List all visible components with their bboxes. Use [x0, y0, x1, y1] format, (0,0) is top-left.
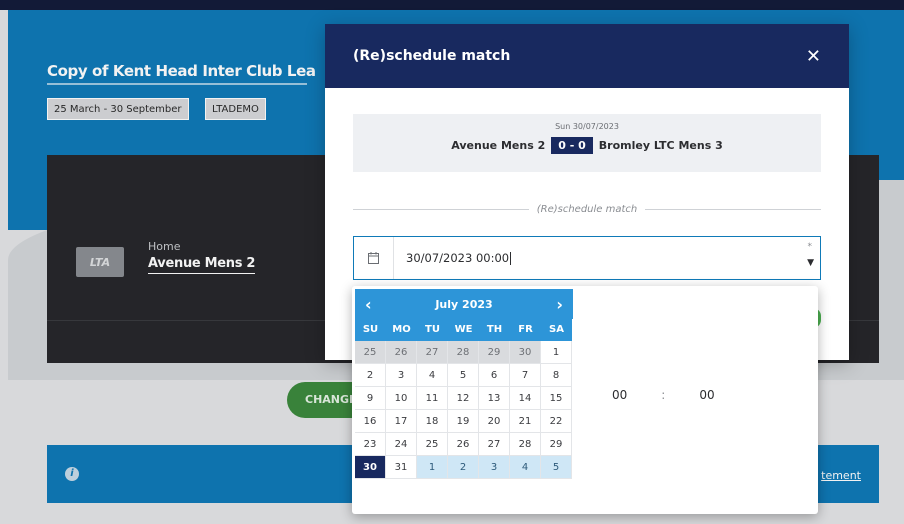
datetime-value[interactable]: 30/07/2023 00:00: [394, 251, 820, 265]
day-cell[interactable]: 15: [541, 387, 572, 410]
day-cell[interactable]: 26: [448, 433, 479, 456]
next-month-icon[interactable]: ›: [556, 295, 563, 314]
day-cell[interactable]: 21: [510, 410, 541, 433]
weekday-header: TU: [417, 319, 448, 341]
day-cell[interactable]: 20: [479, 410, 510, 433]
day-grid: 25 26 27 28 29 30 1 2 3 4 5 6 7 8 9 10 11 12 13 14 15 16 17 18 1…: [355, 341, 573, 479]
day-cell[interactable]: 3: [479, 456, 510, 479]
home-team-name: Avenue Mens 2: [451, 139, 546, 152]
weekday-row: SU MO TU WE TH FR SA: [355, 319, 573, 341]
hour-value[interactable]: 00: [612, 388, 627, 402]
day-cell[interactable]: 19: [448, 410, 479, 433]
day-cell[interactable]: 4: [417, 364, 448, 387]
month-label[interactable]: July 2023: [435, 298, 492, 311]
calendar: ‹ July 2023 › SU MO TU WE TH FR SA 25 26 27 28 29 3…: [355, 289, 573, 479]
day-cell[interactable]: 27: [479, 433, 510, 456]
day-cell[interactable]: 6: [479, 364, 510, 387]
section-divider: (Re)schedule match: [353, 204, 821, 215]
datetime-input[interactable]: 30/07/2023 00:00 * ▼: [353, 236, 821, 280]
day-cell[interactable]: 28: [510, 433, 541, 456]
day-cell[interactable]: 27: [417, 341, 448, 364]
day-cell[interactable]: 23: [355, 433, 386, 456]
away-team-name: Bromley LTC Mens 3: [598, 139, 723, 152]
match-summary: Sun 30/07/2023 Avenue Mens 2 0 - 0 Broml…: [353, 114, 821, 172]
calendar-icon[interactable]: [354, 237, 394, 279]
time-separator: :: [661, 388, 666, 402]
day-cell[interactable]: 3: [386, 364, 417, 387]
weekday-header: SU: [355, 319, 386, 341]
day-cell[interactable]: 10: [386, 387, 417, 410]
day-cell[interactable]: 17: [386, 410, 417, 433]
weekday-header: SA: [541, 319, 572, 341]
required-marker: *: [807, 242, 813, 252]
day-cell[interactable]: 18: [417, 410, 448, 433]
score-badge: 0 - 0: [551, 137, 593, 154]
weekday-header: MO: [386, 319, 417, 341]
minute-value[interactable]: 00: [699, 388, 714, 402]
day-cell[interactable]: 29: [541, 433, 572, 456]
day-cell[interactable]: 12: [448, 387, 479, 410]
section-label: (Re)schedule match: [536, 204, 638, 215]
day-cell[interactable]: 1: [541, 341, 572, 364]
weekday-header: TH: [479, 319, 510, 341]
prev-month-icon[interactable]: ‹: [365, 295, 372, 314]
day-cell[interactable]: 24: [386, 433, 417, 456]
modal-header: (Re)schedule match ✕: [325, 24, 849, 88]
day-cell[interactable]: 8: [541, 364, 572, 387]
day-cell[interactable]: 9: [355, 387, 386, 410]
day-cell[interactable]: 5: [541, 456, 572, 479]
day-cell[interactable]: 29: [479, 341, 510, 364]
day-cell[interactable]: 25: [355, 341, 386, 364]
modal-title: (Re)schedule match: [353, 48, 511, 64]
day-cell[interactable]: 7: [510, 364, 541, 387]
day-cell[interactable]: 16: [355, 410, 386, 433]
day-cell[interactable]: 5: [448, 364, 479, 387]
day-cell[interactable]: 25: [417, 433, 448, 456]
day-cell[interactable]: 2: [448, 456, 479, 479]
divider-line-left: [353, 209, 529, 210]
day-cell[interactable]: 30: [510, 341, 541, 364]
weekday-header: WE: [448, 319, 479, 341]
day-cell[interactable]: 4: [510, 456, 541, 479]
match-date: Sun 30/07/2023: [555, 122, 619, 131]
day-cell[interactable]: 28: [448, 341, 479, 364]
chevron-down-icon[interactable]: ▼: [807, 258, 814, 268]
time-picker: 00 : 00: [612, 388, 715, 402]
divider-line-right: [645, 209, 821, 210]
day-cell[interactable]: 14: [510, 387, 541, 410]
day-cell[interactable]: 22: [541, 410, 572, 433]
datetime-picker: ‹ July 2023 › SU MO TU WE TH FR SA 25 26 27 28 29 3…: [352, 286, 818, 514]
day-cell[interactable]: 1: [417, 456, 448, 479]
calendar-icon-svg: [368, 252, 379, 264]
day-cell[interactable]: 13: [479, 387, 510, 410]
weekday-header: FR: [510, 319, 541, 341]
calendar-header: ‹ July 2023 ›: [355, 289, 573, 319]
match-row: Avenue Mens 2 0 - 0 Bromley LTC Mens 3: [353, 137, 821, 154]
day-cell[interactable]: 11: [417, 387, 448, 410]
close-icon[interactable]: ✕: [806, 46, 821, 67]
day-cell[interactable]: 2: [355, 364, 386, 387]
day-cell-selected[interactable]: 30: [355, 456, 386, 479]
day-cell[interactable]: 26: [386, 341, 417, 364]
day-cell[interactable]: 31: [386, 456, 417, 479]
